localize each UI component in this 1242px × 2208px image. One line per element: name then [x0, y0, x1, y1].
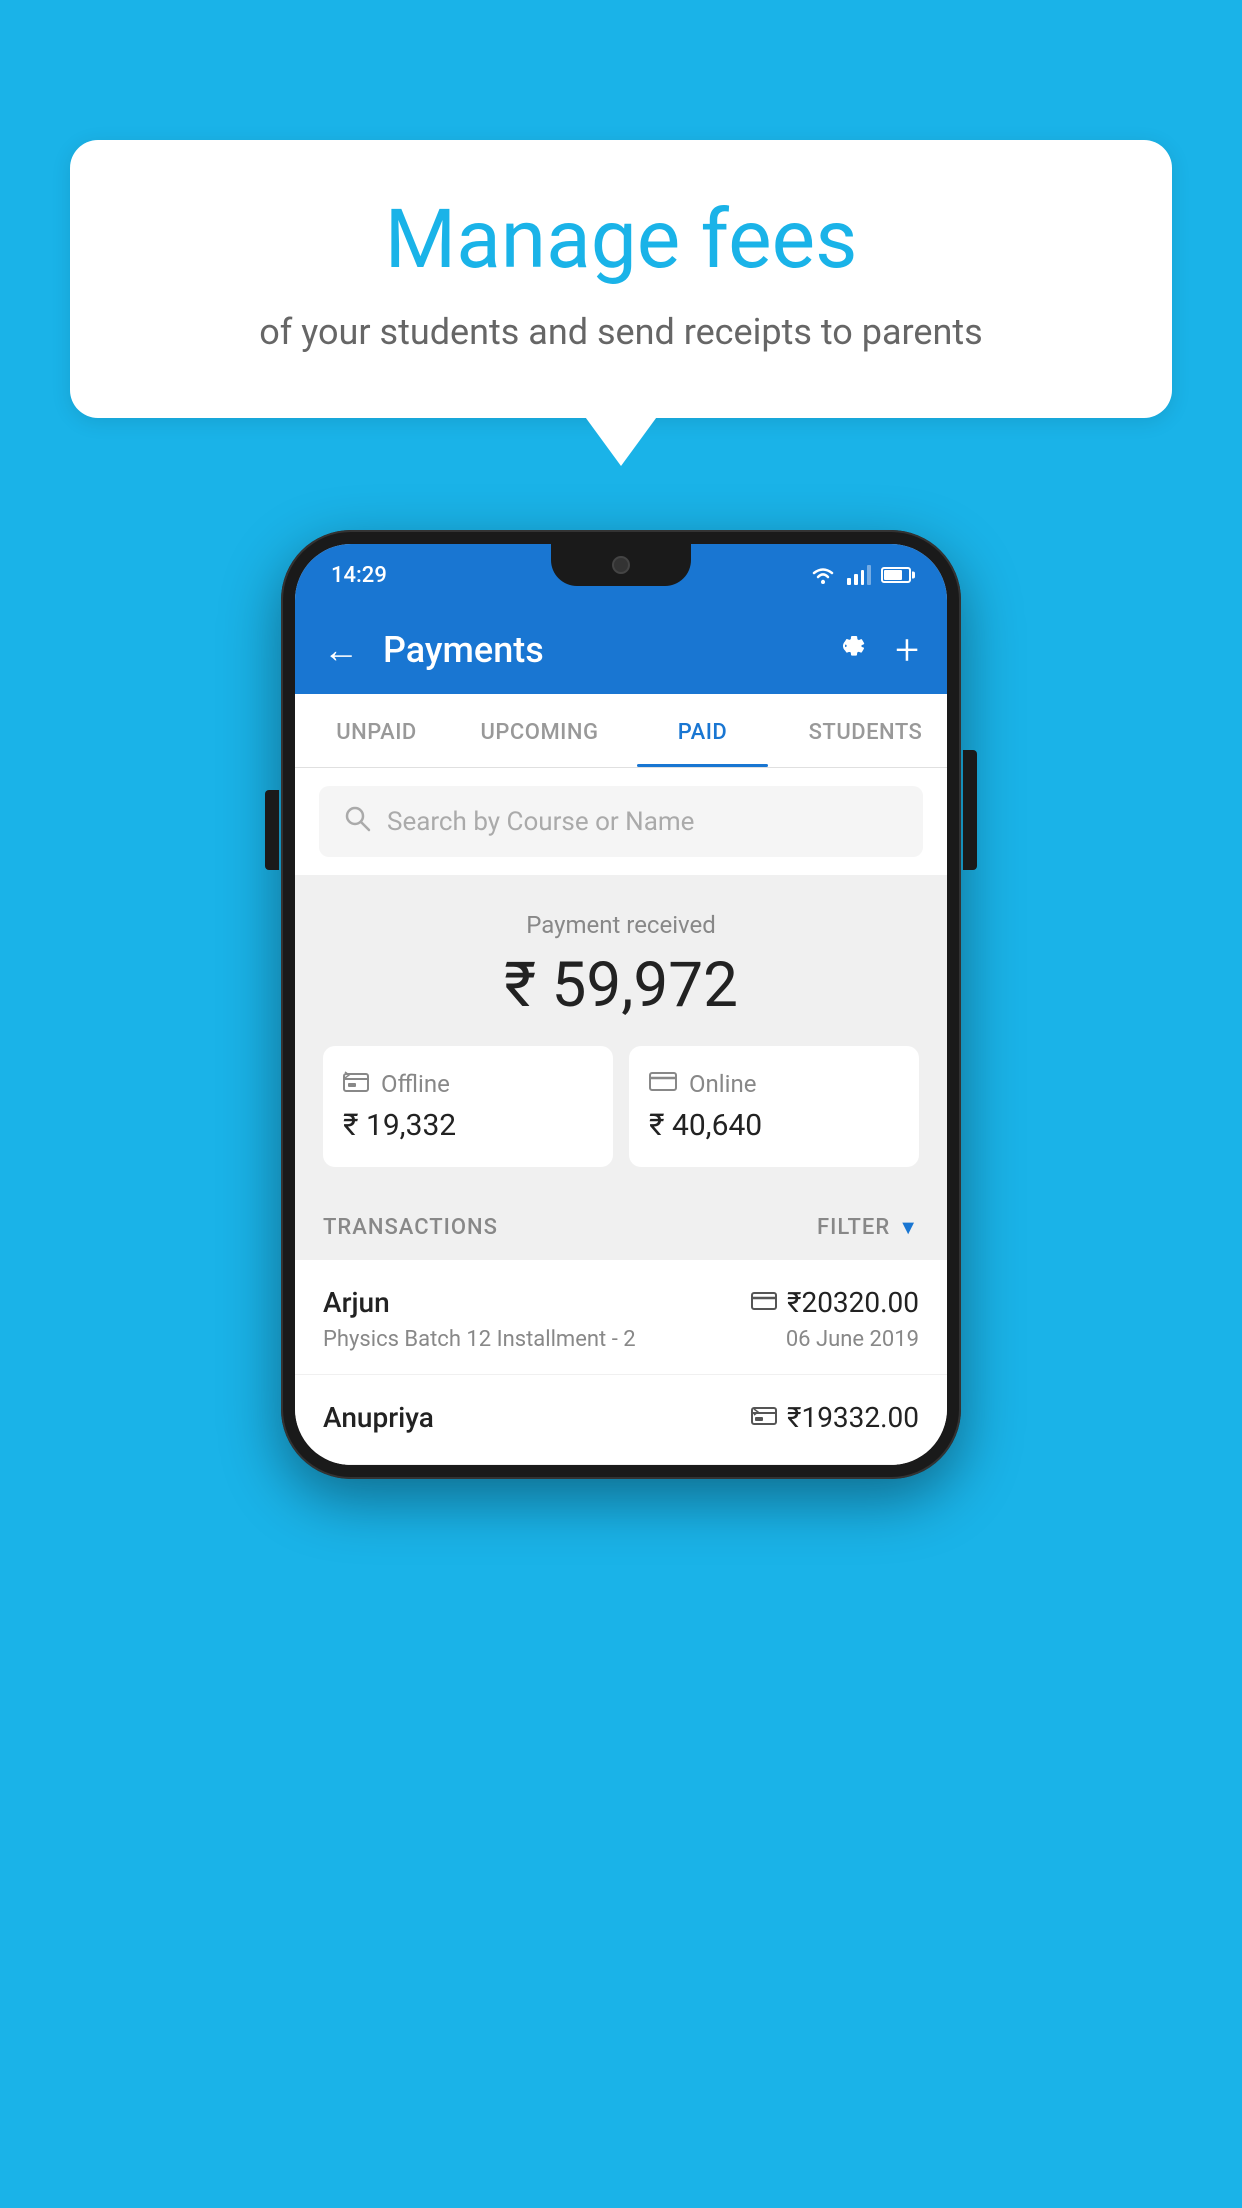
transaction-amount-row-1: ₹20320.00 — [751, 1286, 919, 1319]
transaction-bottom-1: Physics Batch 12 Installment - 2 06 June… — [323, 1327, 919, 1352]
payment-summary: Payment received ₹ 59,972 — [295, 875, 947, 1195]
online-amount: ₹ 40,640 — [649, 1108, 762, 1143]
phone-screen: 14:29 — [295, 544, 947, 1465]
table-row[interactable]: Arjun ₹20320.00 Physics Batch 12 Install… — [295, 1260, 947, 1375]
app-header: ← Payments + — [295, 606, 947, 694]
status-time: 14:29 — [331, 563, 387, 588]
notch — [551, 544, 691, 586]
payment-total-amount: ₹ 59,972 — [323, 949, 919, 1022]
transactions-label: TRANSACTIONS — [323, 1215, 498, 1240]
search-icon — [343, 804, 371, 839]
offline-card-header: Offline — [343, 1070, 450, 1098]
add-button[interactable]: + — [895, 626, 919, 675]
phone-frame: 14:29 — [281, 530, 961, 1479]
offline-icon — [343, 1070, 369, 1098]
online-payment-card: Online ₹ 40,640 — [629, 1046, 919, 1167]
bubble-subtitle: of your students and send receipts to pa… — [130, 307, 1112, 357]
transaction-amount-row-2: ₹19332.00 — [751, 1401, 919, 1434]
transaction-top-2: Anupriya ₹19332.00 — [323, 1401, 919, 1434]
transactions-header: TRANSACTIONS FILTER ▼ — [295, 1195, 947, 1260]
online-label: Online — [689, 1070, 756, 1098]
online-card-header: Online — [649, 1070, 756, 1098]
tab-students[interactable]: STUDENTS — [784, 694, 947, 767]
settings-icon[interactable] — [831, 628, 867, 673]
battery-icon — [881, 567, 911, 583]
search-container: Search by Course or Name — [295, 768, 947, 875]
speech-bubble: Manage fees of your students and send re… — [70, 140, 1172, 418]
filter-label: FILTER — [817, 1215, 890, 1240]
tab-upcoming[interactable]: UPCOMING — [458, 694, 621, 767]
tab-unpaid[interactable]: UNPAID — [295, 694, 458, 767]
transaction-course-1: Physics Batch 12 Installment - 2 — [323, 1327, 636, 1352]
transaction-name-2: Anupriya — [323, 1401, 434, 1434]
payment-cards: Offline ₹ 19,332 — [323, 1046, 919, 1167]
speech-bubble-container: Manage fees of your students and send re… — [70, 140, 1172, 418]
search-input[interactable]: Search by Course or Name — [387, 807, 694, 837]
transaction-amount-1: ₹20320.00 — [787, 1286, 919, 1319]
online-icon — [649, 1070, 677, 1098]
filter-icon: ▼ — [898, 1215, 919, 1240]
filter-button[interactable]: FILTER ▼ — [817, 1215, 919, 1240]
offline-amount: ₹ 19,332 — [343, 1108, 456, 1143]
back-button[interactable]: ← — [323, 629, 359, 671]
phone-container: 14:29 — [281, 530, 961, 1479]
bubble-title: Manage fees — [130, 195, 1112, 285]
status-bar: 14:29 — [295, 544, 947, 606]
status-icons — [809, 565, 911, 585]
payment-type-icon-2 — [751, 1406, 777, 1430]
tab-paid[interactable]: PAID — [621, 694, 784, 767]
search-bar[interactable]: Search by Course or Name — [319, 786, 923, 857]
tabs: UNPAID UPCOMING PAID STUDENTS — [295, 694, 947, 768]
transaction-name-1: Arjun — [323, 1286, 390, 1319]
signal-icon — [847, 565, 871, 585]
transaction-top-1: Arjun ₹20320.00 — [323, 1286, 919, 1319]
camera — [612, 556, 630, 574]
wifi-icon — [809, 565, 837, 585]
table-row[interactable]: Anupriya ₹19332.00 — [295, 1375, 947, 1465]
transaction-amount-2: ₹19332.00 — [787, 1401, 919, 1434]
payment-received-label: Payment received — [323, 911, 919, 939]
header-actions: + — [831, 626, 919, 675]
transaction-date-1: 06 June 2019 — [786, 1327, 919, 1352]
payment-type-icon-1 — [751, 1291, 777, 1315]
offline-label: Offline — [381, 1070, 450, 1098]
header-title: Payments — [383, 629, 807, 671]
offline-payment-card: Offline ₹ 19,332 — [323, 1046, 613, 1167]
